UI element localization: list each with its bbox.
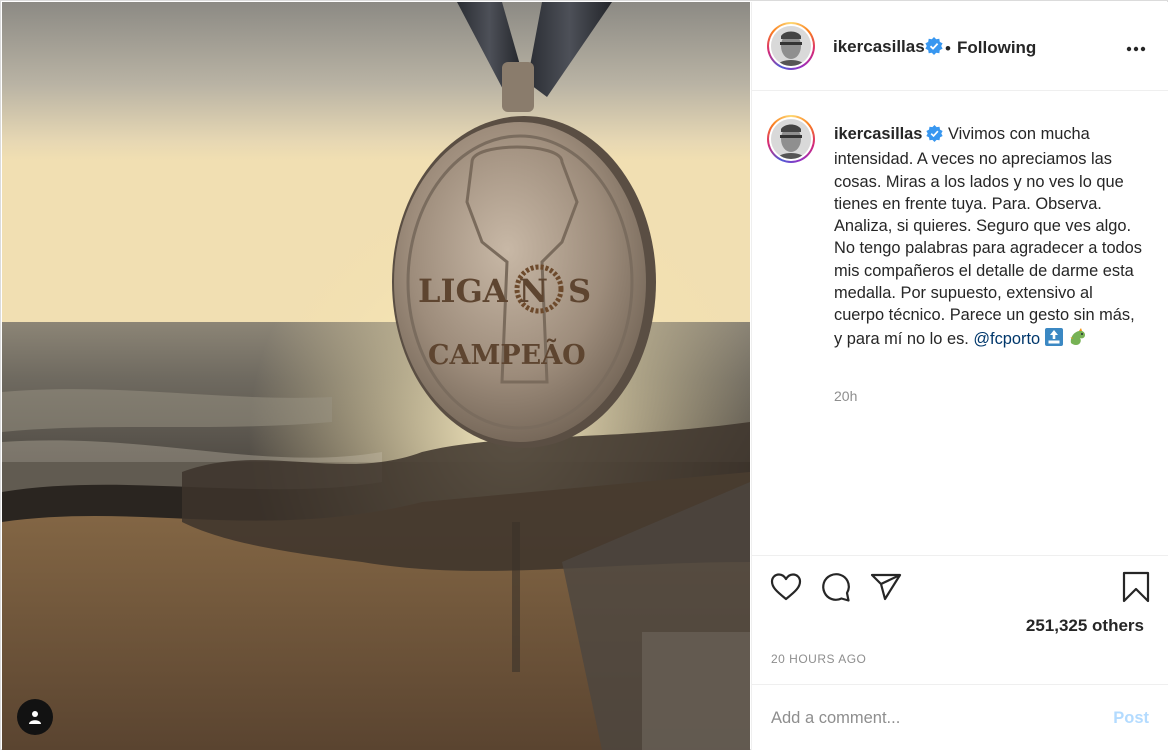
caption-timestamp[interactable]: 20h xyxy=(834,388,857,404)
verified-badge-icon xyxy=(926,125,944,148)
avatar[interactable] xyxy=(767,22,815,70)
caption-avatar[interactable] xyxy=(767,115,815,163)
tagged-user-button[interactable] xyxy=(17,699,53,735)
post-caption: ikercasillas Vivimos con mucha intensida… xyxy=(834,123,1146,350)
likes-count[interactable]: 251,325 others xyxy=(1026,616,1144,636)
post-comment-button[interactable]: Post xyxy=(1113,709,1149,728)
following-button[interactable]: Following xyxy=(957,38,1036,58)
photo-scene: LIGA N S CAMPEÃO xyxy=(2,2,750,750)
mention-link[interactable]: @fcporto xyxy=(973,330,1040,348)
post-author-username[interactable]: ikercasillas xyxy=(833,37,925,57)
dragon-emoji-icon xyxy=(1068,327,1088,347)
post-header: ikercasillas • Following xyxy=(752,2,1168,91)
more-options-icon[interactable] xyxy=(1126,35,1146,58)
profile-photo-icon xyxy=(771,119,811,159)
medal-text-line2: CAMPEÃO xyxy=(428,338,586,371)
like-button[interactable] xyxy=(769,570,803,604)
bookmark-icon xyxy=(1122,571,1150,603)
caption-username[interactable]: ikercasillas xyxy=(834,125,922,143)
comment-icon xyxy=(822,573,850,602)
heart-icon xyxy=(770,573,802,601)
post-photo[interactable]: LIGA N S CAMPEÃO xyxy=(2,2,750,750)
top-arrow-emoji-icon xyxy=(1044,327,1064,347)
verified-badge-icon xyxy=(925,37,943,60)
paper-plane-icon xyxy=(870,573,902,601)
medal-text-line1: LIGA N xyxy=(418,272,548,310)
comment-input[interactable] xyxy=(771,705,1091,731)
caption-area: ikercasillas Vivimos con mucha intensida… xyxy=(752,91,1168,556)
post-dialog: LIGA N S CAMPEÃO ikercasillas • Followin… xyxy=(0,0,1168,750)
action-bar xyxy=(752,555,1168,615)
comment-bar: Post xyxy=(752,684,1168,750)
post-date[interactable]: 20 HOURS AGO xyxy=(771,652,866,666)
post-side-panel: ikercasillas • Following ikercasillas Vi… xyxy=(751,2,1168,750)
comment-button[interactable] xyxy=(819,570,853,604)
save-button[interactable] xyxy=(1119,570,1153,604)
user-icon xyxy=(29,711,41,724)
follow-separator: • xyxy=(945,39,951,58)
caption-text: Vivimos con mucha intensidad. A veces no… xyxy=(834,125,1142,348)
profile-photo-icon xyxy=(771,26,811,66)
share-button[interactable] xyxy=(869,570,903,604)
medal-text-line1-end: S xyxy=(568,272,591,310)
